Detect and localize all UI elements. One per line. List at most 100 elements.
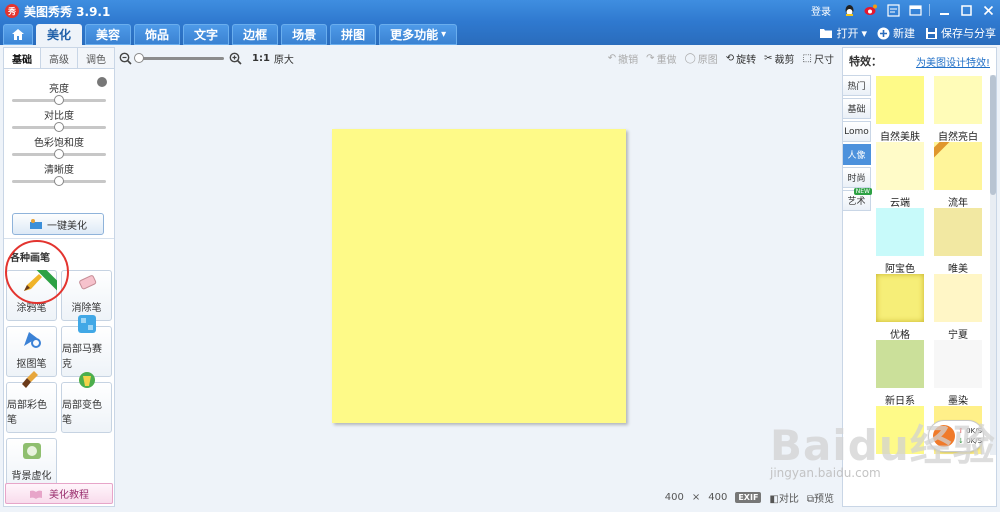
redo-icon: ↷ (646, 53, 655, 64)
effect-label: 新日系 (885, 396, 915, 407)
tab-beautify[interactable]: 美化 (36, 24, 83, 45)
subtab-color[interactable]: 调色 (78, 48, 114, 68)
undo-button[interactable]: ↶ 撤销 (608, 51, 638, 66)
effect-item[interactable]: 墨染 (933, 340, 983, 407)
local-color-brush[interactable]: 局部彩色笔 (6, 371, 57, 433)
close-icon[interactable] (980, 2, 996, 18)
effect-item[interactable]: 云端 (875, 142, 925, 209)
slider-label: 对比度 (44, 111, 74, 122)
effect-item[interactable]: 优格 (875, 274, 925, 341)
eraser-icon (74, 272, 100, 294)
slider-track[interactable] (12, 122, 106, 132)
new-button[interactable]: 新建 (877, 25, 915, 41)
original-size-label[interactable]: 原大 (274, 51, 294, 66)
compare-button[interactable]: ◧对比 (769, 490, 798, 505)
background-blur-brush[interactable]: 背景虚化 (6, 438, 57, 489)
home-icon (12, 29, 24, 40)
effect-label: 唯美 (948, 264, 968, 275)
feedback-icon[interactable] (885, 2, 901, 18)
weibo-icon[interactable] (863, 2, 879, 18)
preview-button[interactable]: ⧉预览 (807, 490, 834, 505)
download-speed: 0K/S (966, 437, 982, 445)
photo-canvas[interactable] (332, 129, 626, 423)
title-bar: 秀 美图秀秀 3.9.1 登录 (0, 0, 1000, 22)
tab-decorations[interactable]: 饰品 (134, 24, 181, 45)
open-button[interactable]: 打开 ▾ (819, 25, 867, 41)
effect-item[interactable]: 宁夏 (933, 274, 983, 341)
effect-item[interactable]: 阿宝色 (875, 208, 925, 275)
tab-collage[interactable]: 拼图 (330, 24, 377, 45)
beautify-tutorial-button[interactable]: 美化教程 (5, 483, 113, 504)
slider-knob[interactable] (54, 176, 64, 186)
slider-knob[interactable] (54, 122, 64, 132)
effect-item-partial[interactable] (875, 406, 925, 454)
effect-item[interactable]: 新日系 (875, 340, 925, 407)
tab-more-features[interactable]: 更多功能 (379, 24, 458, 45)
crop-button[interactable]: ✂ 裁剪 (764, 51, 794, 66)
original-image-button[interactable]: ◯ 原图 (685, 51, 718, 66)
actual-size-button[interactable]: 1:1 (252, 53, 270, 64)
slider-knob[interactable] (54, 149, 64, 159)
zoom-in-icon[interactable] (228, 51, 242, 65)
effect-item[interactable]: 自然美肤 (875, 76, 925, 143)
category-portrait[interactable]: 人像 (843, 144, 871, 165)
status-bar: 400 × 400 EXIF ◧对比 ⧉预览 (118, 487, 840, 507)
category-hot[interactable]: 热门 (843, 75, 871, 96)
minimize-icon[interactable] (936, 2, 952, 18)
new-ribbon (934, 142, 952, 160)
save-share-button[interactable]: 保存与分享 (925, 25, 996, 41)
effect-thumbnail (876, 274, 924, 322)
one-key-label: 一键美化 (47, 220, 87, 232)
new-badge: NEW (853, 188, 872, 195)
effect-item[interactable]: 唯美 (933, 208, 983, 275)
category-basic[interactable]: 基础 (843, 98, 871, 119)
category-fashion[interactable]: 时尚 (843, 167, 871, 188)
effect-item[interactable]: 自然亮白 (933, 76, 983, 143)
design-effects-link[interactable]: 为美图设计特效! (916, 54, 990, 69)
local-recolor-brush[interactable]: 局部变色笔 (61, 372, 112, 433)
one-key-beautify-button[interactable]: 一键美化 (12, 213, 104, 235)
subtab-advanced[interactable]: 高级 (41, 48, 78, 68)
file-actions: 打开 ▾ 新建 保存与分享 (819, 25, 996, 41)
zoom-knob[interactable] (134, 52, 144, 63)
network-speed-widget[interactable]: ↑ 0K/S ↓ 0K/S (928, 420, 984, 452)
effect-label: 云端 (890, 198, 910, 209)
effects-scrollbar[interactable] (990, 75, 996, 455)
reset-icon[interactable] (97, 77, 107, 87)
doodle-brush[interactable]: 涂鸦笔 (6, 270, 57, 321)
slider-track[interactable] (12, 95, 106, 105)
skin-icon[interactable] (907, 2, 923, 18)
slider-track[interactable] (12, 176, 106, 186)
saturation-slider: 色彩饱和度 (10, 134, 108, 159)
resize-button[interactable]: ⬚ 尺寸 (803, 51, 834, 66)
brush-label: 局部变色笔 (62, 400, 102, 426)
tab-scene[interactable]: 场景 (281, 24, 328, 45)
zoom-slider[interactable] (134, 52, 224, 63)
magic-wand-icon (30, 219, 42, 229)
effects-header: 特效： 为美图设计特效! (843, 48, 996, 74)
resize-label: 尺寸 (814, 55, 834, 66)
redo-label: 重做 (656, 55, 677, 66)
maximize-icon[interactable] (958, 2, 974, 18)
effect-label: 阿宝色 (885, 264, 915, 275)
category-lomo[interactable]: Lomo (843, 121, 871, 142)
slider-track[interactable] (12, 149, 106, 159)
tab-text[interactable]: 文字 (183, 24, 230, 45)
qq-icon[interactable] (841, 2, 857, 18)
folder-icon (820, 29, 833, 38)
login-link[interactable]: 登录 (811, 3, 831, 18)
tab-face[interactable]: 美容 (85, 24, 132, 45)
home-button[interactable] (3, 24, 33, 45)
category-art[interactable]: 艺术 NEW (843, 188, 872, 211)
effect-item[interactable]: 流年 (933, 142, 983, 209)
rotate-button[interactable]: ⟲ 旋转 (726, 51, 756, 66)
sharpness-slider: 清晰度 (10, 161, 108, 186)
tab-frame[interactable]: 边框 (232, 24, 279, 45)
speed-values: ↑ 0K/S ↓ 0K/S (958, 426, 982, 446)
exif-button[interactable]: EXIF (735, 491, 762, 503)
subtab-basic[interactable]: 基础 (4, 48, 41, 68)
slider-knob[interactable] (54, 95, 64, 105)
scroll-thumb[interactable] (990, 75, 996, 195)
zoom-out-icon[interactable] (118, 51, 132, 65)
redo-button[interactable]: ↷ 重做 (646, 51, 676, 66)
